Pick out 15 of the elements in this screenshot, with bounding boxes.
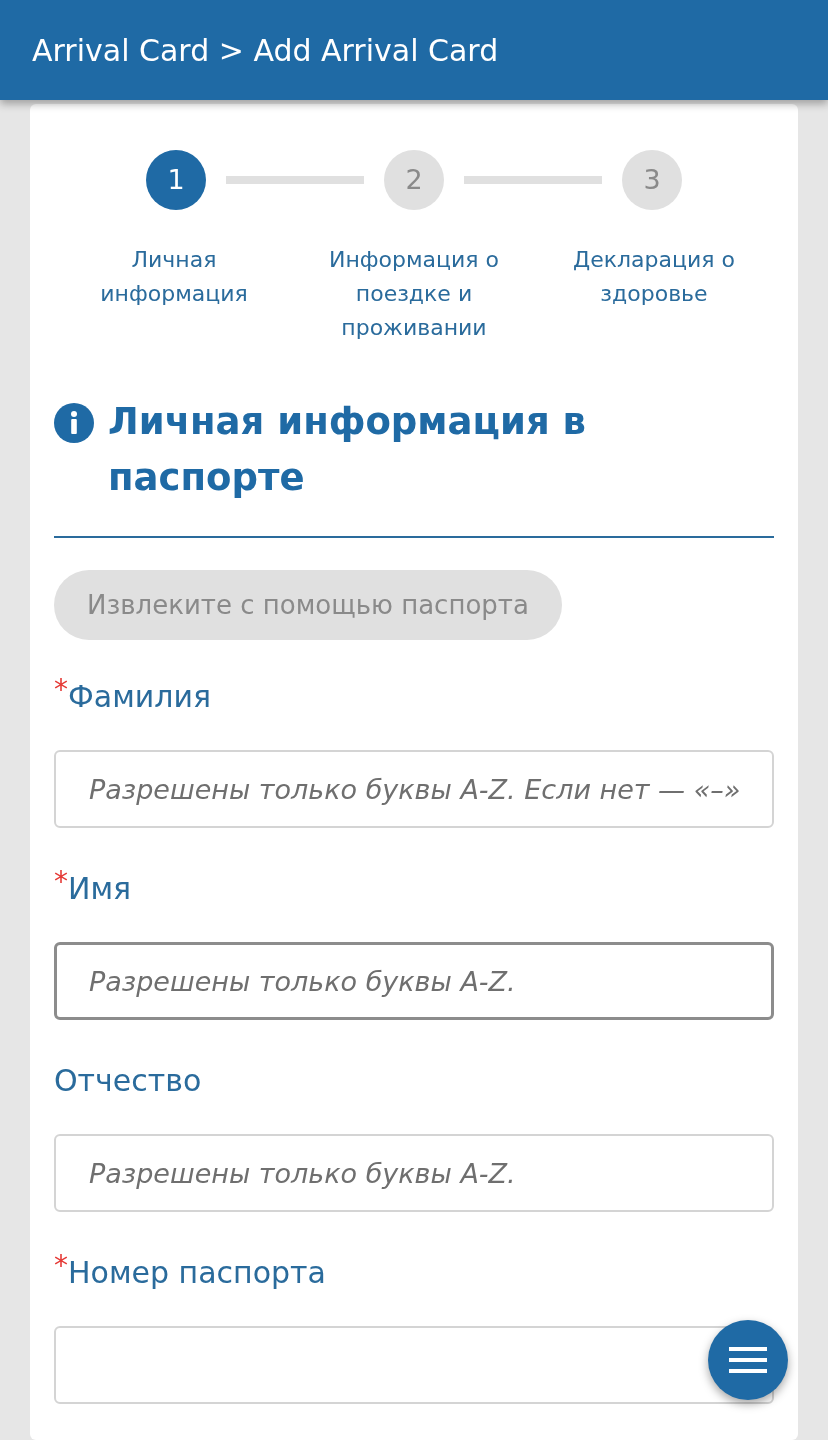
field-label: Номер паспорта — [68, 1254, 326, 1292]
text-field[interactable]: Разрешены только буквы A-Z. — [54, 942, 774, 1020]
menu-icon — [729, 1347, 767, 1373]
required-asterisk: * — [54, 868, 68, 896]
required-asterisk: * — [54, 676, 68, 704]
step-label: Декларация о здоровье — [572, 246, 736, 308]
info-icon — [54, 403, 94, 443]
required-asterisk: * — [54, 1252, 68, 1280]
field-label: Имя — [68, 870, 132, 908]
step-label: Информация о поездке и проживании — [327, 246, 501, 342]
field-label: Отчество — [54, 1062, 202, 1100]
step-label: Личная информация — [99, 246, 249, 308]
page-title: Arrival Card > Add Arrival Card — [32, 31, 499, 70]
field-label: Фамилия — [68, 678, 212, 716]
section-heading: Личная информация в паспорте — [108, 399, 587, 501]
